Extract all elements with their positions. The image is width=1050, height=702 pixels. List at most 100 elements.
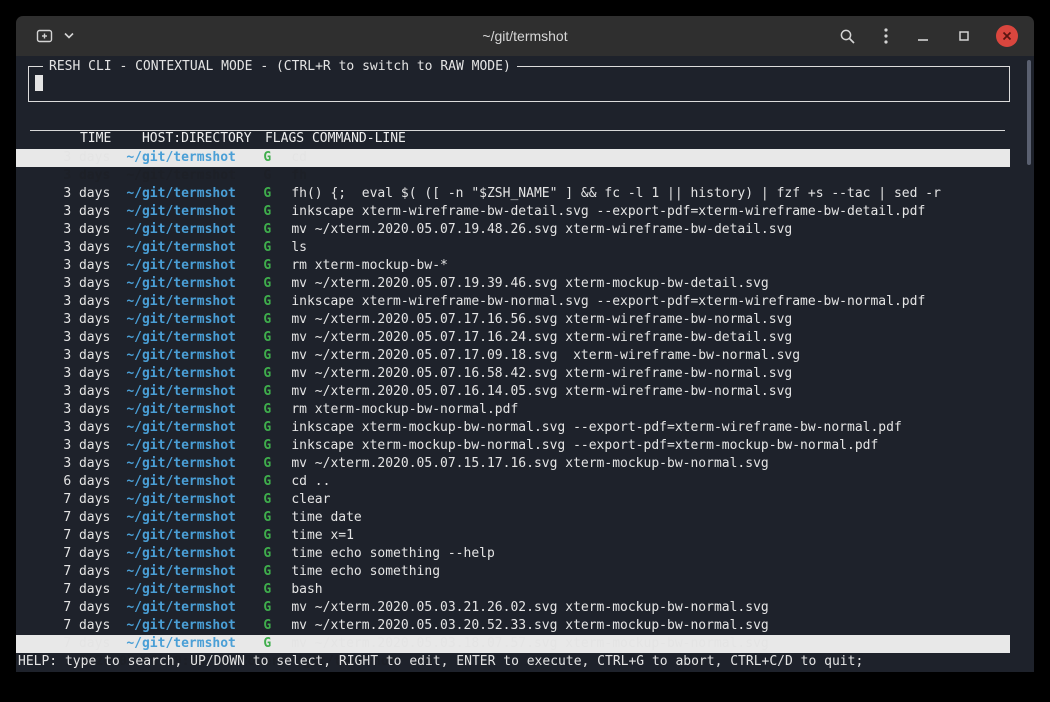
row-flags: G [263,455,291,473]
row-command: time echo something [291,563,440,581]
resh-search-box[interactable]: RESH CLI - CONTEXTUAL MODE - (CTRL+R to … [28,66,1010,102]
row-flags: G [263,563,291,581]
row-time: 7 days [63,509,126,527]
row-directory: ~/git/termshot [126,203,263,221]
row-directory: ~/git/termshot [126,347,263,365]
row-time: 3 days [63,221,126,239]
row-directory: ~/git/termshot [126,257,263,275]
row-time: 7 days [63,599,126,617]
new-tab-button[interactable] [34,26,55,46]
column-headers: TIMEHOST:DIRECTORYFLAGSCOMMAND-LINE [30,112,1005,131]
row-flags: G [263,545,291,563]
row-directory: ~/git/termshot [126,617,263,635]
row-flags: G [263,491,291,509]
row-command: inkscape xterm-mockup-bw-normal.svg --ex… [291,437,878,455]
row-time: 3 days [63,419,126,437]
row-time: 3 days [63,257,126,275]
header-command-line: COMMAND-LINE [312,130,406,148]
row-directory: ~/git/termshot [126,149,263,167]
row-command: time x=1 [291,527,354,545]
row-command: cd .. [291,473,330,491]
row-flags: G [263,167,291,185]
row-time: 3 days [63,329,126,347]
row-command: clear [291,491,330,509]
window-title: ~/git/termshot [482,16,567,56]
row-command: mv ~/xterm.2020.05.03.18.07.57.svg xterm… [291,635,768,653]
text-cursor [35,75,43,91]
row-directory: ~/git/termshot [126,221,263,239]
row-command: rm xterm-mockup-bw-* [291,257,448,275]
row-directory: ~/git/termshot [126,437,263,455]
titlebar[interactable]: ~/git/termshot [16,16,1034,56]
row-flags: G [263,221,291,239]
row-flags: G [263,149,291,167]
row-flags: G [263,293,291,311]
row-command: time echo something --help [291,545,495,563]
row-flags: G [263,239,291,257]
menu-button[interactable] [881,25,891,47]
search-button[interactable] [837,26,858,47]
row-time: 3 days [63,383,126,401]
row-command: inkscape xterm-wireframe-bw-detail.svg -… [291,203,925,221]
row-time: 3 days [63,437,126,455]
row-directory: ~/git/termshot [126,455,263,473]
tab-dropdown-button[interactable] [61,30,77,42]
row-command: mv ~/xterm.2020.05.03.21.26.02.svg xterm… [291,599,768,617]
row-command: mv ~/xterm.2020.05.07.17.16.56.svg xterm… [291,311,792,329]
row-flags: G [263,203,291,221]
row-directory: ~/git/termshot [126,275,263,293]
row-directory: ~/git/termshot [126,185,263,203]
help-line: HELP: type to search, UP/DOWN to select,… [16,653,1010,671]
row-time: 3 days [63,275,126,293]
row-command: time date [291,509,361,527]
chevron-down-icon [63,32,75,40]
row-flags: G [263,473,291,491]
row-directory: ~/git/termshot [126,527,263,545]
row-time: 7 days [63,563,126,581]
row-flags: G [263,581,291,599]
row-directory: ~/git/termshot [126,293,263,311]
row-directory: ~/git/termshot [126,383,263,401]
row-directory: ~/git/termshot [126,581,263,599]
minimize-icon [916,29,930,43]
row-time: 3 days [63,185,126,203]
row-time: 3 days [63,167,126,185]
row-command: mv ~/xterm.2020.05.07.19.39.46.svg xterm… [291,275,768,293]
row-time: 3 days [63,311,126,329]
row-directory: ~/git/termshot [126,635,263,653]
row-time: 7 days [63,545,126,563]
row-time: 7 days [63,527,126,545]
header-host-directory: HOST:DIRECTORY [142,130,265,148]
row-time: 3 days [63,347,126,365]
terminal-window: ~/git/termshot [16,16,1034,672]
restore-button[interactable] [955,27,973,45]
terminal-screen[interactable]: RESH CLI - CONTEXTUAL MODE - (CTRL+R to … [16,56,1034,672]
row-flags: G [263,311,291,329]
row-command: mv ~/xterm.2020.05.07.15.17.16.svg xterm… [291,455,768,473]
row-directory: ~/git/termshot [126,473,263,491]
row-command: mv ~/xterm.2020.05.07.16.14.05.svg xterm… [291,383,792,401]
row-flags: G [263,401,291,419]
row-flags: G [263,329,291,347]
row-command: fh [291,167,307,185]
row-directory: ~/git/termshot [126,329,263,347]
row-time: 3 days [63,203,126,221]
row-flags: G [263,347,291,365]
row-command: mv ~/xterm.2020.05.07.16.58.42.svg xterm… [291,365,792,383]
row-time: 3 days [63,401,126,419]
row-command: bash [291,581,322,599]
row-command: inkscape xterm-wireframe-bw-normal.svg -… [291,293,925,311]
row-time: 3 days [63,239,126,257]
row-time: 3 days [63,293,126,311]
row-time: 3 days [63,365,126,383]
header-time: TIME [77,130,142,148]
row-time: 6 days [63,473,126,491]
minimize-button[interactable] [914,27,932,45]
row-directory: ~/git/termshot [126,599,263,617]
row-flags: G [263,617,291,635]
close-button[interactable] [996,25,1018,47]
row-time: 7 days [63,581,126,599]
row-time: 7 days [63,491,126,509]
scrollbar-thumb[interactable] [1027,60,1031,165]
row-command: rm xterm-mockup-bw-normal.pdf [291,401,518,419]
